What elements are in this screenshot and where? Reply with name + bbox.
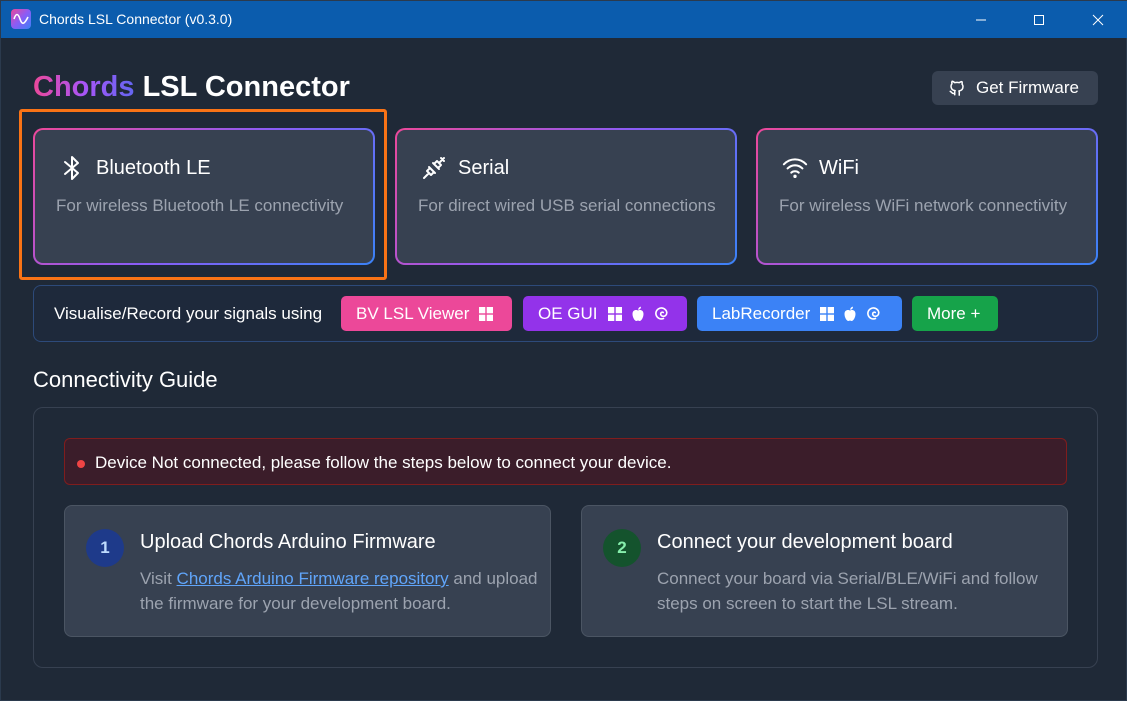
get-firmware-button[interactable]: Get Firmware [932,71,1098,105]
app-button-label: LabRecorder [712,303,811,323]
connection-description: For wireless WiFi network connectivity [779,196,1068,215]
guide-panel: Device Not connected, please follow the … [33,407,1098,668]
connection-card-serial[interactable]: Serial For direct wired USB serial conne… [395,128,737,265]
connection-card-wifi[interactable]: WiFi For wireless WiFi network connectiv… [756,128,1098,265]
visualise-label: Visualise/Record your signals using [54,304,323,323]
app-button-oe-gui[interactable]: OE GUI [523,296,687,331]
apple-icon [844,306,856,321]
windows-icon [479,306,494,321]
connection-description: For direct wired USB serial connections [418,196,716,215]
app-button-label: OE GUI [538,303,598,323]
debian-icon [867,307,880,320]
more-apps-label: More + [927,303,981,323]
step-number-badge: 2 [603,529,641,567]
minimize-button[interactable] [958,1,1004,38]
firmware-repo-link[interactable]: Chords Arduino Firmware repository [177,569,449,588]
windows-icon [607,306,622,321]
brand-secondary: LSL Connector [142,71,350,103]
page-title: Chords LSL Connector [33,71,350,104]
guide-step-1: 1 Upload Chords Arduino Firmware Visit C… [64,505,551,637]
wifi-icon [782,154,808,182]
status-alert-text: Device Not connected, please follow the … [95,453,672,472]
connection-title: WiFi [819,157,859,179]
step-title: Connect your development board [657,531,953,553]
window-title: Chords LSL Connector (v0.3.0) [39,11,233,27]
app-window: Chords LSL Connector (v0.3.0) Chords LSL… [0,0,1127,701]
step-description: Connect your board via Serial/BLE/WiFi a… [657,569,1038,613]
selection-highlight [19,109,387,280]
app-button-label: BV LSL Viewer [356,303,470,323]
step-title: Upload Chords Arduino Firmware [140,531,436,553]
guide-step-2: 2 Connect your development board Connect… [581,505,1068,637]
app-button-bv-lsl-viewer[interactable]: BV LSL Viewer [341,296,512,331]
brand-primary: Chords [33,71,135,103]
app-logo-icon [11,9,31,29]
apple-icon [632,306,644,321]
status-dot-icon [77,460,85,468]
step-description: Visit Chords Arduino Firmware repository… [140,566,540,616]
close-button[interactable] [1075,1,1121,38]
status-alert: Device Not connected, please follow the … [64,438,1067,485]
get-firmware-label: Get Firmware [976,78,1079,97]
step-desc-prefix: Visit [140,569,177,588]
debian-icon [654,307,668,320]
title-bar: Chords LSL Connector (v0.3.0) [1,1,1127,38]
more-apps-button[interactable]: More + [912,296,998,331]
connection-title: Serial [458,157,510,179]
step-number-badge: 1 [86,529,124,567]
windows-icon [820,306,835,321]
github-icon [949,80,964,96]
visualise-bar: Visualise/Record your signals using BV L… [33,285,1098,342]
app-button-labrecorder[interactable]: LabRecorder [697,296,902,331]
guide-title: Connectivity Guide [33,367,218,392]
maximize-button[interactable] [1016,1,1062,38]
usb-icon [421,154,447,182]
